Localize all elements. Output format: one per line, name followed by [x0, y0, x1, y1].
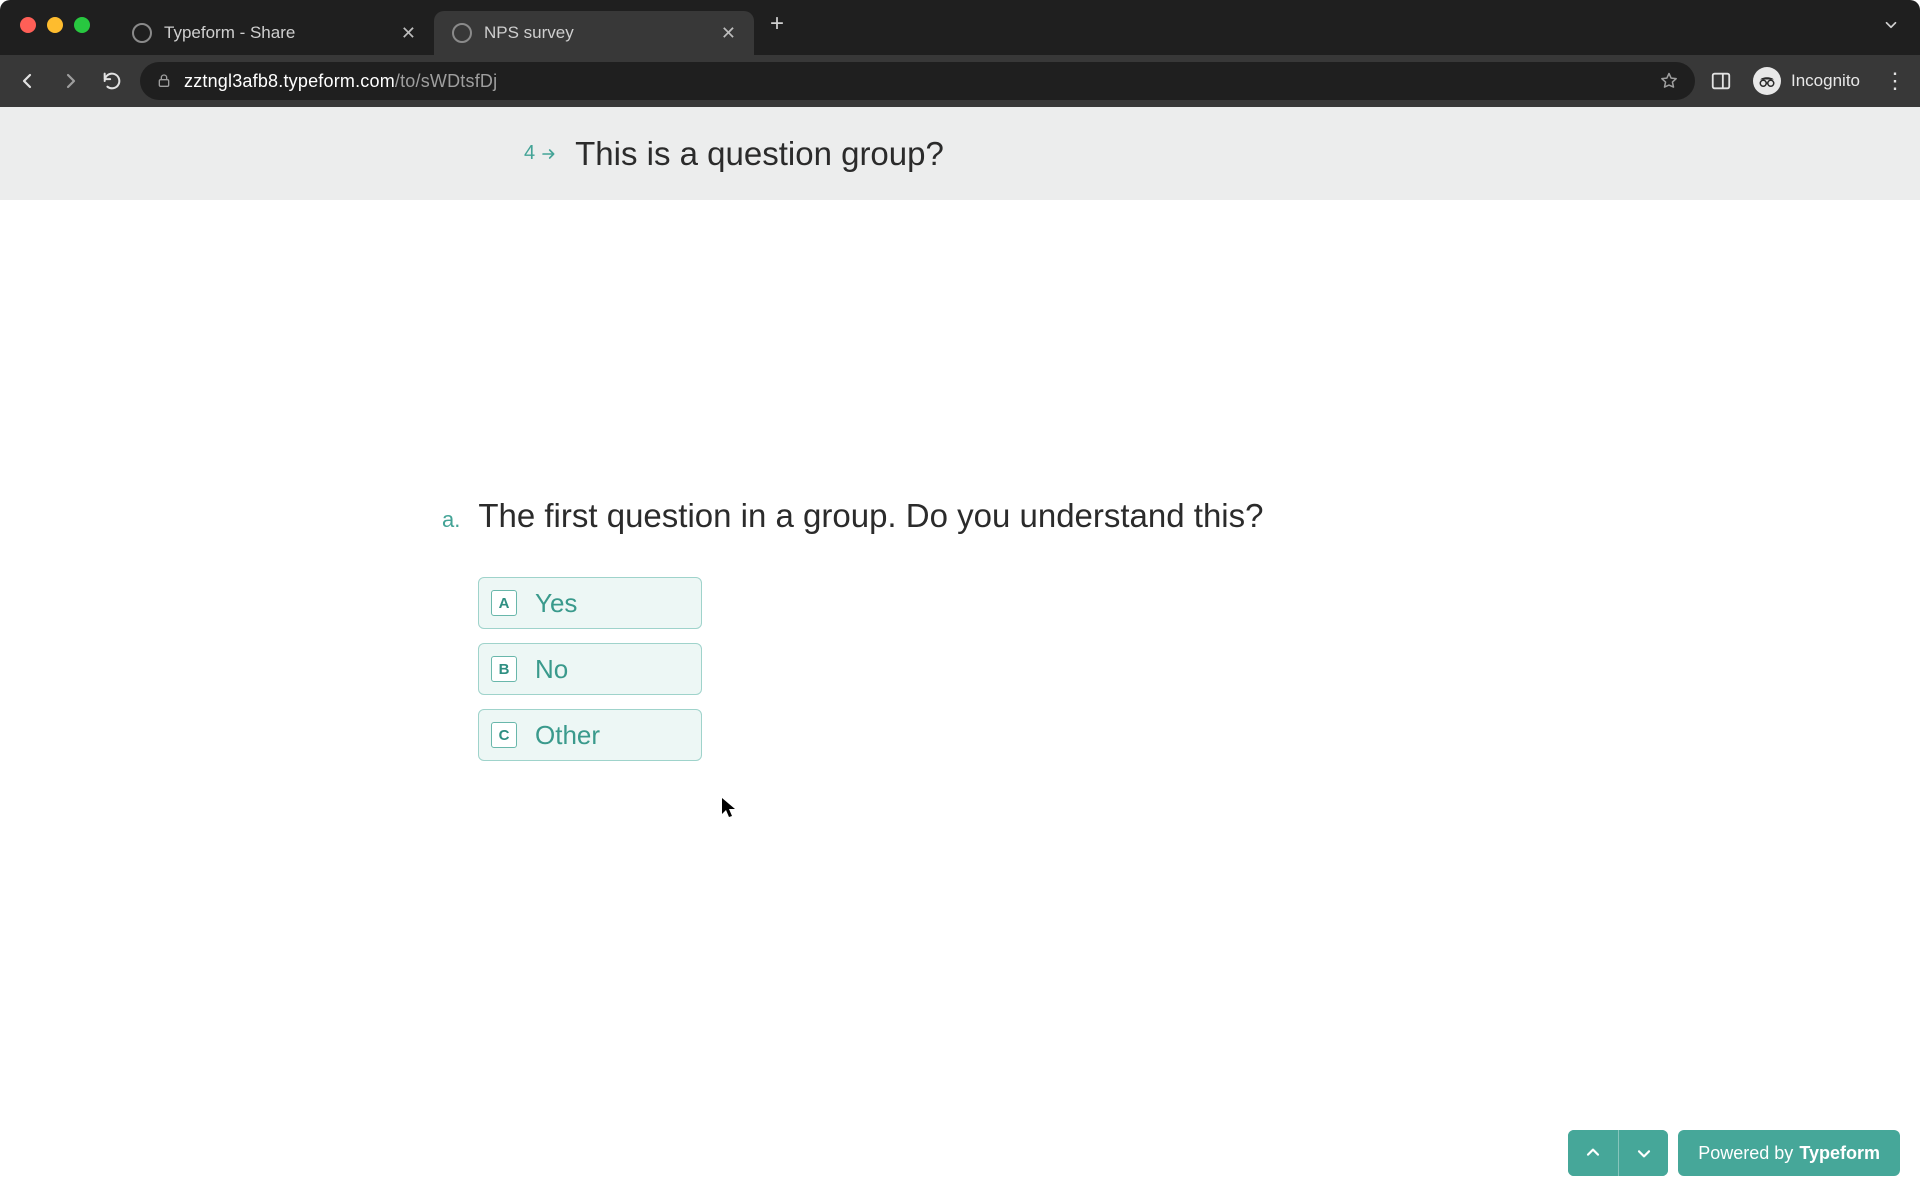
browser-menu-button[interactable]: ⋮	[1874, 68, 1906, 94]
nav-buttons	[1568, 1130, 1668, 1176]
browser-tab-nps-survey[interactable]: NPS survey ✕	[434, 11, 754, 55]
choice-label: Other	[535, 720, 600, 751]
reload-button[interactable]	[98, 67, 126, 95]
close-tab-icon[interactable]: ✕	[401, 23, 416, 44]
back-button[interactable]	[14, 67, 42, 95]
choice-label: Yes	[535, 588, 577, 619]
incognito-indicator[interactable]: Incognito	[1747, 67, 1860, 95]
side-panel-icon[interactable]	[1709, 69, 1733, 93]
prev-question-button[interactable]	[1568, 1130, 1618, 1176]
close-window-button[interactable]	[20, 17, 36, 33]
minimize-window-button[interactable]	[47, 17, 63, 33]
choice-no[interactable]: B No	[478, 643, 702, 695]
choice-key: B	[491, 656, 517, 682]
group-title: This is a question group?	[575, 135, 944, 173]
url-text: zztngl3afb8.typeform.com/to/sWDtsfDj	[184, 71, 497, 92]
choice-other[interactable]: C Other	[478, 709, 702, 761]
choice-key: A	[491, 590, 517, 616]
mouse-cursor-icon	[721, 797, 737, 819]
browser-tab-typeform-share[interactable]: Typeform - Share ✕	[114, 11, 434, 55]
tab-title: NPS survey	[484, 23, 709, 43]
browser-toolbar: zztngl3afb8.typeform.com/to/sWDtsfDj Inc…	[0, 55, 1920, 107]
window-controls	[12, 17, 114, 33]
question-row: a. The first question in a group. Do you…	[442, 497, 1920, 535]
arrow-right-icon	[541, 147, 557, 161]
group-number: 4	[524, 142, 557, 165]
incognito-label: Incognito	[1791, 71, 1860, 91]
incognito-icon	[1753, 67, 1781, 95]
choice-label: No	[535, 654, 568, 685]
new-tab-button[interactable]: +	[754, 10, 800, 46]
forward-button[interactable]	[56, 67, 84, 95]
fullscreen-window-button[interactable]	[74, 17, 90, 33]
question-text: The first question in a group. Do you un…	[478, 497, 1263, 535]
lock-icon	[156, 73, 172, 89]
next-question-button[interactable]	[1618, 1130, 1668, 1176]
question-group-header: 4 This is a question group?	[0, 107, 1920, 200]
typeform-footer: Powered by Typeform	[1568, 1130, 1900, 1176]
browser-tabstrip: Typeform - Share ✕ NPS survey ✕ +	[0, 0, 1920, 55]
bookmark-star-icon[interactable]	[1659, 71, 1679, 91]
close-tab-icon[interactable]: ✕	[721, 23, 736, 44]
typeform-page: 4 This is a question group? a. The first…	[0, 107, 1920, 1200]
choice-list: A Yes B No C Other	[478, 577, 1920, 761]
choice-key: C	[491, 722, 517, 748]
powered-brand: Typeform	[1799, 1143, 1880, 1164]
group-number-text: 4	[524, 142, 535, 165]
choice-yes[interactable]: A Yes	[478, 577, 702, 629]
favicon-loading-icon	[452, 23, 472, 43]
tabs-dropdown-button[interactable]	[1882, 16, 1908, 40]
tab-title: Typeform - Share	[164, 23, 389, 43]
address-bar[interactable]: zztngl3afb8.typeform.com/to/sWDtsfDj	[140, 62, 1695, 100]
powered-prefix: Powered by	[1698, 1143, 1793, 1164]
question-marker: a.	[442, 507, 460, 533]
powered-by-typeform[interactable]: Powered by Typeform	[1678, 1130, 1900, 1176]
favicon-loading-icon	[132, 23, 152, 43]
